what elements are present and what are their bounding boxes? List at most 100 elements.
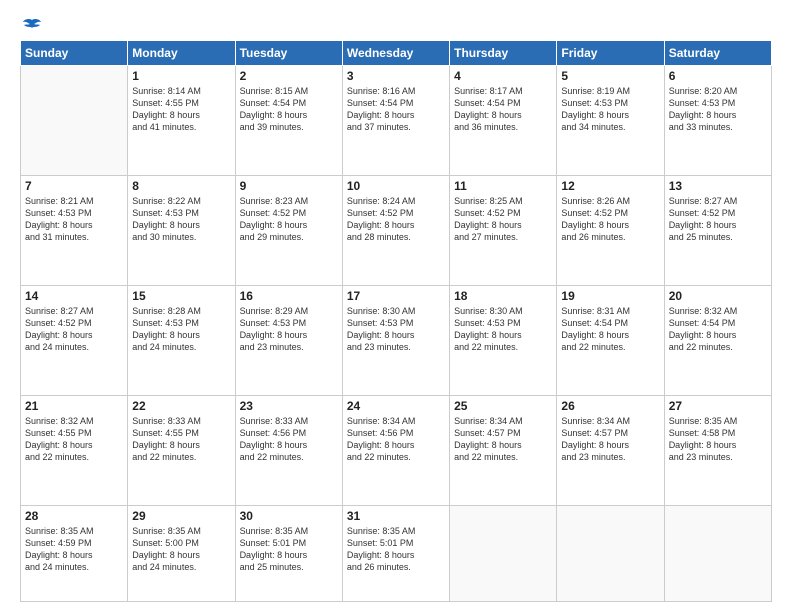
day-info: Sunrise: 8:25 AMSunset: 4:52 PMDaylight:… bbox=[454, 195, 552, 244]
day-info: Sunrise: 8:34 AMSunset: 4:57 PMDaylight:… bbox=[454, 415, 552, 464]
day-info: Sunrise: 8:15 AMSunset: 4:54 PMDaylight:… bbox=[240, 85, 338, 134]
day-number: 11 bbox=[454, 179, 552, 193]
day-number: 8 bbox=[132, 179, 230, 193]
calendar-cell: 3 Sunrise: 8:16 AMSunset: 4:54 PMDaylight… bbox=[342, 66, 449, 176]
calendar-cell: 1Sunrise: 8:14 AMSunset: 4:55 PMDaylight… bbox=[128, 66, 235, 176]
day-info: Sunrise: 8:35 AMSunset: 4:59 PMDaylight:… bbox=[25, 525, 123, 574]
calendar-cell: 18Sunrise: 8:30 AMSunset: 4:53 PMDayligh… bbox=[450, 285, 557, 395]
calendar-cell: 20 Sunrise: 8:32 AMSunset: 4:54 PMDayligh… bbox=[664, 285, 771, 395]
day-number: 10 bbox=[347, 179, 445, 193]
day-info: Sunrise: 8:33 AMSunset: 4:56 PMDaylight:… bbox=[240, 415, 338, 464]
day-info: Sunrise: 8:34 AMSunset: 4:56 PMDaylight:… bbox=[347, 415, 445, 464]
day-info: Sunrise: 8:35 AMSunset: 5:01 PMDaylight:… bbox=[240, 525, 338, 574]
calendar-cell bbox=[557, 505, 664, 602]
calendar-cell: 26 Sunrise: 8:34 AMSunset: 4:57 PMDayligh… bbox=[557, 395, 664, 505]
calendar-week-3: 14Sunrise: 8:27 AMSunset: 4:52 PMDayligh… bbox=[21, 285, 772, 395]
day-number: 20 bbox=[669, 289, 767, 303]
calendar-cell: 29Sunrise: 8:35 AMSunset: 5:00 PMDayligh… bbox=[128, 505, 235, 602]
day-info: Sunrise: 8:24 AMSunset: 4:52 PMDaylight:… bbox=[347, 195, 445, 244]
calendar-cell: 11 Sunrise: 8:25 AMSunset: 4:52 PMDayligh… bbox=[450, 175, 557, 285]
logo bbox=[20, 18, 42, 30]
weekday-header-row: SundayMondayTuesdayWednesdayThursdayFrid… bbox=[21, 41, 772, 66]
calendar-cell: 27 Sunrise: 8:35 AMSunset: 4:58 PMDayligh… bbox=[664, 395, 771, 505]
calendar-week-2: 7 Sunrise: 8:21 AMSunset: 4:53 PMDaylight… bbox=[21, 175, 772, 285]
day-number: 31 bbox=[347, 509, 445, 523]
day-info: Sunrise: 8:28 AMSunset: 4:53 PMDaylight:… bbox=[132, 305, 230, 354]
calendar-cell: 5 Sunrise: 8:19 AMSunset: 4:53 PMDaylight… bbox=[557, 66, 664, 176]
calendar-cell: 28 Sunrise: 8:35 AMSunset: 4:59 PMDayligh… bbox=[21, 505, 128, 602]
day-number: 18 bbox=[454, 289, 552, 303]
day-number: 4 bbox=[454, 69, 552, 83]
calendar-cell: 8 Sunrise: 8:22 AMSunset: 4:53 PMDaylight… bbox=[128, 175, 235, 285]
day-info: Sunrise: 8:22 AMSunset: 4:53 PMDaylight:… bbox=[132, 195, 230, 244]
logo-bird-icon bbox=[22, 18, 42, 34]
day-number: 5 bbox=[561, 69, 659, 83]
weekday-header-sunday: Sunday bbox=[21, 41, 128, 66]
calendar-cell: 2 Sunrise: 8:15 AMSunset: 4:54 PMDaylight… bbox=[235, 66, 342, 176]
day-info: Sunrise: 8:26 AMSunset: 4:52 PMDaylight:… bbox=[561, 195, 659, 244]
day-info: Sunrise: 8:17 AMSunset: 4:54 PMDaylight:… bbox=[454, 85, 552, 134]
day-info: Sunrise: 8:21 AMSunset: 4:53 PMDaylight:… bbox=[25, 195, 123, 244]
calendar-cell: 9Sunrise: 8:23 AMSunset: 4:52 PMDaylight… bbox=[235, 175, 342, 285]
day-info: Sunrise: 8:29 AMSunset: 4:53 PMDaylight:… bbox=[240, 305, 338, 354]
calendar-cell: 25 Sunrise: 8:34 AMSunset: 4:57 PMDayligh… bbox=[450, 395, 557, 505]
day-number: 19 bbox=[561, 289, 659, 303]
day-number: 15 bbox=[132, 289, 230, 303]
calendar-week-1: 1Sunrise: 8:14 AMSunset: 4:55 PMDaylight… bbox=[21, 66, 772, 176]
day-number: 7 bbox=[25, 179, 123, 193]
calendar-cell: 16 Sunrise: 8:29 AMSunset: 4:53 PMDayligh… bbox=[235, 285, 342, 395]
day-number: 2 bbox=[240, 69, 338, 83]
day-info: Sunrise: 8:27 AMSunset: 4:52 PMDaylight:… bbox=[669, 195, 767, 244]
calendar-cell bbox=[664, 505, 771, 602]
day-number: 25 bbox=[454, 399, 552, 413]
day-info: Sunrise: 8:19 AMSunset: 4:53 PMDaylight:… bbox=[561, 85, 659, 134]
calendar-week-5: 28 Sunrise: 8:35 AMSunset: 4:59 PMDayligh… bbox=[21, 505, 772, 602]
day-info: Sunrise: 8:20 AMSunset: 4:53 PMDaylight:… bbox=[669, 85, 767, 134]
day-number: 12 bbox=[561, 179, 659, 193]
weekday-header-thursday: Thursday bbox=[450, 41, 557, 66]
calendar-cell: 15 Sunrise: 8:28 AMSunset: 4:53 PMDayligh… bbox=[128, 285, 235, 395]
day-number: 16 bbox=[240, 289, 338, 303]
day-info: Sunrise: 8:16 AMSunset: 4:54 PMDaylight:… bbox=[347, 85, 445, 134]
calendar-cell: 4 Sunrise: 8:17 AMSunset: 4:54 PMDaylight… bbox=[450, 66, 557, 176]
calendar-cell: 7 Sunrise: 8:21 AMSunset: 4:53 PMDaylight… bbox=[21, 175, 128, 285]
header bbox=[20, 18, 772, 30]
day-number: 21 bbox=[25, 399, 123, 413]
calendar-cell: 14Sunrise: 8:27 AMSunset: 4:52 PMDayligh… bbox=[21, 285, 128, 395]
weekday-header-friday: Friday bbox=[557, 41, 664, 66]
calendar-cell: 31Sunrise: 8:35 AMSunset: 5:01 PMDayligh… bbox=[342, 505, 449, 602]
calendar-cell: 21 Sunrise: 8:32 AMSunset: 4:55 PMDayligh… bbox=[21, 395, 128, 505]
day-number: 1 bbox=[132, 69, 230, 83]
day-number: 17 bbox=[347, 289, 445, 303]
calendar-cell bbox=[21, 66, 128, 176]
weekday-header-wednesday: Wednesday bbox=[342, 41, 449, 66]
calendar-cell: 24 Sunrise: 8:34 AMSunset: 4:56 PMDayligh… bbox=[342, 395, 449, 505]
day-number: 23 bbox=[240, 399, 338, 413]
calendar-cell: 6Sunrise: 8:20 AMSunset: 4:53 PMDaylight… bbox=[664, 66, 771, 176]
calendar-cell: 13 Sunrise: 8:27 AMSunset: 4:52 PMDayligh… bbox=[664, 175, 771, 285]
day-number: 9 bbox=[240, 179, 338, 193]
day-number: 28 bbox=[25, 509, 123, 523]
day-info: Sunrise: 8:32 AMSunset: 4:54 PMDaylight:… bbox=[669, 305, 767, 354]
calendar-table: SundayMondayTuesdayWednesdayThursdayFrid… bbox=[20, 40, 772, 602]
day-info: Sunrise: 8:30 AMSunset: 4:53 PMDaylight:… bbox=[347, 305, 445, 354]
weekday-header-tuesday: Tuesday bbox=[235, 41, 342, 66]
day-number: 24 bbox=[347, 399, 445, 413]
day-info: Sunrise: 8:27 AMSunset: 4:52 PMDaylight:… bbox=[25, 305, 123, 354]
calendar-cell: 23 Sunrise: 8:33 AMSunset: 4:56 PMDayligh… bbox=[235, 395, 342, 505]
day-number: 29 bbox=[132, 509, 230, 523]
day-number: 27 bbox=[669, 399, 767, 413]
day-info: Sunrise: 8:34 AMSunset: 4:57 PMDaylight:… bbox=[561, 415, 659, 464]
day-info: Sunrise: 8:32 AMSunset: 4:55 PMDaylight:… bbox=[25, 415, 123, 464]
day-info: Sunrise: 8:31 AMSunset: 4:54 PMDaylight:… bbox=[561, 305, 659, 354]
calendar-cell: 19 Sunrise: 8:31 AMSunset: 4:54 PMDayligh… bbox=[557, 285, 664, 395]
day-number: 3 bbox=[347, 69, 445, 83]
day-number: 26 bbox=[561, 399, 659, 413]
calendar-week-4: 21 Sunrise: 8:32 AMSunset: 4:55 PMDayligh… bbox=[21, 395, 772, 505]
calendar-cell bbox=[450, 505, 557, 602]
day-number: 22 bbox=[132, 399, 230, 413]
weekday-header-monday: Monday bbox=[128, 41, 235, 66]
day-number: 13 bbox=[669, 179, 767, 193]
calendar-cell: 30Sunrise: 8:35 AMSunset: 5:01 PMDayligh… bbox=[235, 505, 342, 602]
day-info: Sunrise: 8:35 AMSunset: 4:58 PMDaylight:… bbox=[669, 415, 767, 464]
